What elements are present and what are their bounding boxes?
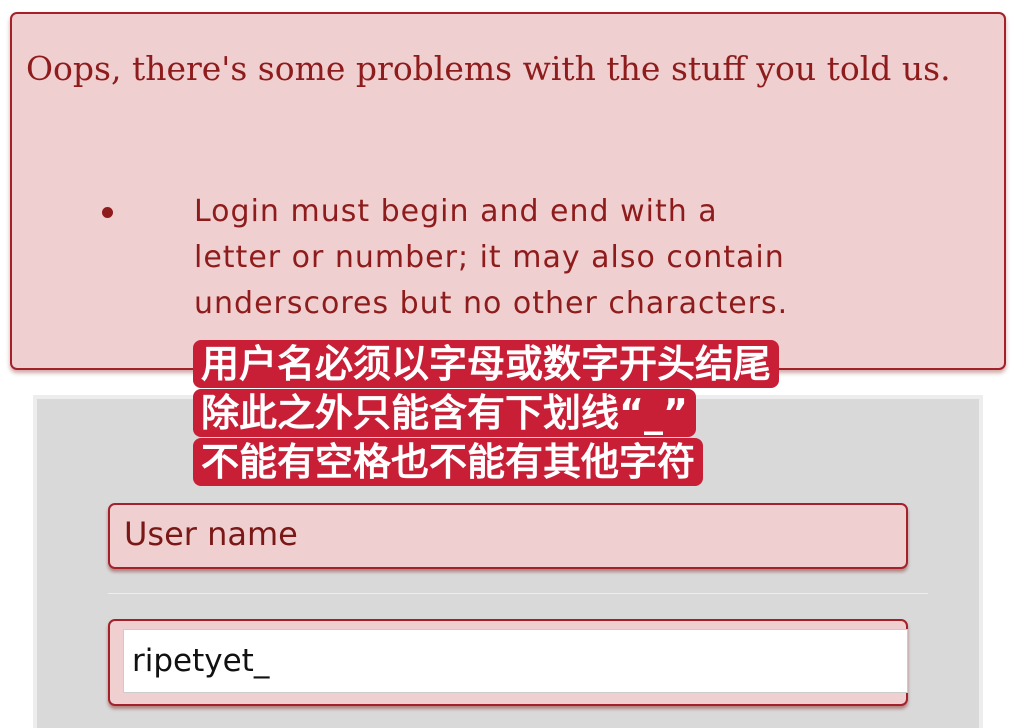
caption-line: 不能有空格也不能有其他字符 [193,438,704,486]
username-field-wrapper [108,619,908,706]
username-label-box: User name [108,503,908,569]
error-heading: Oops, there's some problems with the stu… [26,49,951,88]
error-item-text: Login must begin and end with a letter o… [194,194,789,321]
divider [108,593,928,594]
caption-line: 除此之外只能含有下划线“_” [193,389,696,437]
bullet-icon [102,207,113,218]
username-input[interactable] [123,629,908,693]
error-item: Login must begin and end with a letter o… [102,189,794,327]
error-message-box: Oops, there's some problems with the stu… [10,12,1006,370]
caption-line: 用户名必须以字母或数字开头结尾 [193,340,780,388]
caption-overlay: 用户名必须以字母或数字开头结尾 除此之外只能含有下划线“_” 不能有空格也不能有… [193,340,780,487]
username-label: User name [124,515,298,553]
error-list: Login must begin and end with a letter o… [102,189,794,327]
